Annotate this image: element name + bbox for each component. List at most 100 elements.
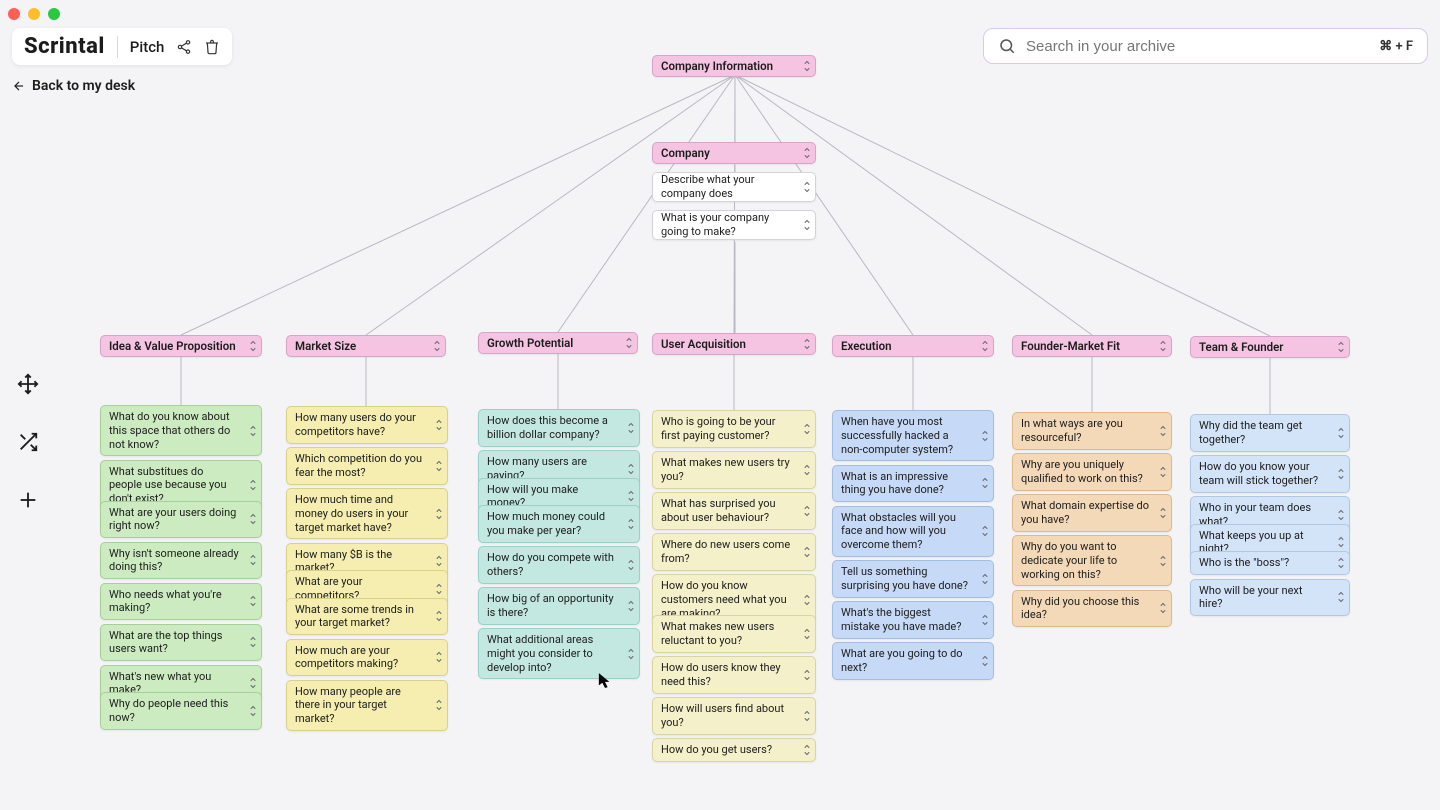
expand-icon[interactable] [981, 525, 989, 537]
expand-icon[interactable] [1337, 341, 1345, 353]
question-card[interactable]: What domain expertise do you have? [1012, 494, 1172, 532]
question-card[interactable]: How big of an opportunity is there? [478, 587, 640, 625]
expand-icon[interactable] [1159, 602, 1167, 614]
question-card[interactable]: Why do people need this now? [100, 692, 262, 730]
question-card[interactable]: Who is going to be your first paying cus… [652, 410, 816, 448]
expand-icon[interactable] [627, 559, 635, 571]
column-header-exec[interactable]: Execution [832, 335, 994, 357]
column-header-growth[interactable]: Growth Potential [478, 332, 638, 354]
expand-icon[interactable] [803, 710, 811, 722]
expand-icon[interactable] [1337, 509, 1345, 521]
expand-icon[interactable] [1159, 425, 1167, 437]
question-card[interactable]: What additional areas might you consider… [478, 628, 640, 679]
expand-icon[interactable] [435, 555, 443, 567]
expand-icon[interactable] [981, 340, 989, 352]
question-card[interactable]: Who will be your next hire? [1190, 579, 1350, 617]
expand-icon[interactable] [249, 554, 257, 566]
expand-icon[interactable] [627, 490, 635, 502]
question-card[interactable]: Who is the "boss"? [1190, 551, 1350, 575]
question-card[interactable]: How many users do your competitors have? [286, 406, 448, 444]
question-card[interactable]: What makes new users try you? [652, 451, 816, 489]
expand-icon[interactable] [435, 583, 443, 595]
question-card[interactable]: Why do you want to dedicate your life to… [1012, 535, 1172, 586]
expand-icon[interactable] [803, 464, 811, 476]
expand-icon[interactable] [803, 546, 811, 558]
column-header-team[interactable]: Team & Founder [1190, 336, 1350, 358]
expand-icon[interactable] [627, 463, 635, 475]
expand-icon[interactable] [1159, 507, 1167, 519]
question-card[interactable]: What obstacles will you face and how wil… [832, 506, 994, 557]
node-company-header[interactable]: Company [652, 142, 816, 164]
expand-icon[interactable] [625, 337, 633, 349]
question-card[interactable]: How many people are there in your target… [286, 680, 448, 731]
column-header-market[interactable]: Market Size [286, 335, 446, 357]
expand-icon[interactable] [627, 422, 635, 434]
question-card[interactable]: What is an impressive thing you have don… [832, 465, 994, 503]
question-card[interactable]: What has surprised you about user behavi… [652, 492, 816, 530]
expand-icon[interactable] [1337, 591, 1345, 603]
question-card[interactable]: In what ways are you resourceful? [1012, 412, 1172, 450]
question-card[interactable]: What are your users doing right now? [100, 501, 262, 539]
expand-icon[interactable] [1337, 427, 1345, 439]
column-header-fmf[interactable]: Founder-Market Fit [1012, 335, 1172, 357]
expand-icon[interactable] [803, 147, 811, 159]
question-card[interactable]: What's the biggest mistake you have made… [832, 601, 994, 639]
node-company-q1[interactable]: Describe what your company does [652, 172, 816, 202]
column-header-ua[interactable]: User Acquisition [652, 333, 816, 355]
expand-icon[interactable] [803, 505, 811, 517]
expand-icon[interactable] [1337, 536, 1345, 548]
expand-icon[interactable] [627, 600, 635, 612]
expand-icon[interactable] [803, 594, 811, 606]
question-card[interactable]: What do you know about this space that o… [100, 405, 262, 456]
question-card[interactable]: How much money could you make per year? [478, 505, 640, 543]
question-card[interactable]: Why isn't someone already doing this? [100, 542, 262, 580]
question-card[interactable]: How do users know they need this? [652, 656, 816, 694]
node-company-q2[interactable]: What is your company going to make? [652, 210, 816, 240]
expand-icon[interactable] [249, 636, 257, 648]
expand-icon[interactable] [1159, 340, 1167, 352]
expand-icon[interactable] [803, 60, 811, 72]
expand-icon[interactable] [803, 338, 811, 350]
column-header-idea[interactable]: Idea & Value Proposition [100, 335, 262, 357]
question-card[interactable]: What are you going to do next? [832, 642, 994, 680]
expand-icon[interactable] [435, 651, 443, 663]
expand-icon[interactable] [981, 477, 989, 489]
expand-icon[interactable] [435, 610, 443, 622]
question-card[interactable]: How does this become a billion dollar co… [478, 409, 640, 447]
expand-icon[interactable] [803, 219, 811, 231]
expand-icon[interactable] [249, 479, 257, 491]
question-card[interactable]: What are some trends in your target mark… [286, 598, 448, 636]
expand-icon[interactable] [249, 340, 257, 352]
expand-icon[interactable] [803, 669, 811, 681]
question-card[interactable]: How much are your competitors making? [286, 639, 448, 677]
question-card[interactable]: What makes new users reluctant to you? [652, 615, 816, 653]
expand-icon[interactable] [803, 744, 811, 756]
expand-icon[interactable] [249, 425, 257, 437]
expand-icon[interactable] [981, 655, 989, 667]
expand-icon[interactable] [249, 677, 257, 689]
expand-icon[interactable] [433, 340, 441, 352]
expand-icon[interactable] [249, 705, 257, 717]
question-card[interactable]: How much time and money do users in your… [286, 488, 448, 539]
expand-icon[interactable] [803, 628, 811, 640]
expand-icon[interactable] [435, 419, 443, 431]
expand-icon[interactable] [981, 573, 989, 585]
expand-icon[interactable] [627, 518, 635, 530]
expand-icon[interactable] [435, 699, 443, 711]
expand-icon[interactable] [1337, 557, 1345, 569]
expand-icon[interactable] [249, 595, 257, 607]
expand-icon[interactable] [981, 614, 989, 626]
expand-icon[interactable] [803, 423, 811, 435]
expand-icon[interactable] [1337, 468, 1345, 480]
question-card[interactable]: What are the top things users want? [100, 624, 262, 662]
question-card[interactable]: How do you get users? [652, 738, 816, 762]
expand-icon[interactable] [249, 513, 257, 525]
expand-icon[interactable] [1159, 555, 1167, 567]
question-card[interactable]: When have you most successfully hacked a… [832, 410, 994, 461]
question-card[interactable]: Which competition do you fear the most? [286, 447, 448, 485]
question-card[interactable]: How do you know your team will stick tog… [1190, 455, 1350, 493]
expand-icon[interactable] [1159, 466, 1167, 478]
question-card[interactable]: Where do new users come from? [652, 533, 816, 571]
question-card[interactable]: Who needs what you're making? [100, 583, 262, 621]
expand-icon[interactable] [803, 181, 811, 193]
